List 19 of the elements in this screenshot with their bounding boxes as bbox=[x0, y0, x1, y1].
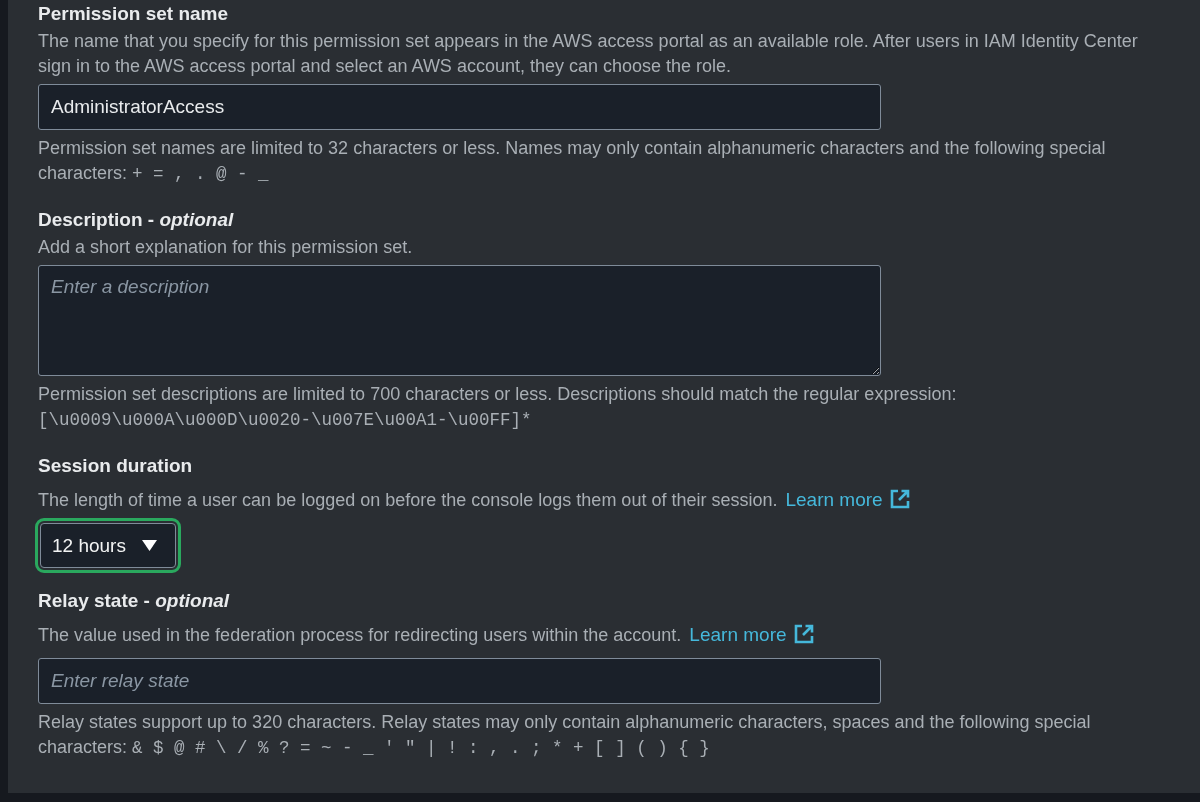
text-field[interactable]: Enter relay state bbox=[38, 658, 881, 704]
field-description: Add a short explanation for this permission set. bbox=[38, 237, 413, 257]
constraint-text: Relay states support up to 320 characters. Relay states may only contain alphanumeric characters, spaces and the following special characters: & $ @ # \ / % ? = ~ - _ ' " | ! : , . ; * + [ ] ( ) { } bbox=[38, 711, 1092, 760]
description-field[interactable]: Enter a description bbox=[38, 265, 881, 376]
field-label: Relay state - optional bbox=[38, 589, 231, 613]
field-description: The name that you specify for this permission set appears in the AWS access portal as an available role. After users in IAM Identity Center sign in to the AWS access portal and select an AWS account, they can choose the role. bbox=[38, 31, 1138, 76]
field-label: Session duration bbox=[38, 454, 194, 478]
field-description: The length of time a user can be logged on before the console logs them out of their session. bbox=[38, 490, 778, 510]
field-description: The value used in the federation process for redirecting users within the account. bbox=[38, 625, 682, 645]
constraint-text: Permission set descriptions are limited to 700 characters or less. Descriptions should match the regular expression: [\u0009\u000A\u000D\u0020-\u007E\u00A1-\u00FF]* bbox=[38, 383, 958, 432]
text-field[interactable]: AdministratorAccess bbox=[38, 84, 881, 130]
field-label: Permission set name bbox=[38, 2, 230, 26]
learn-more-link[interactable]: Learn more bbox=[785, 487, 910, 512]
caret-icon bbox=[141, 540, 157, 551]
external-link-icon bbox=[793, 623, 814, 644]
external-link-icon bbox=[889, 488, 910, 509]
learn-more-link[interactable]: Learn more bbox=[689, 622, 814, 647]
field-label: Description - optional bbox=[38, 208, 235, 232]
constraint-text: Permission set names are limited to 32 characters or less. Names may only contain alphanumeric characters and the following special characters: + = , . @ - _ bbox=[38, 137, 1107, 186]
